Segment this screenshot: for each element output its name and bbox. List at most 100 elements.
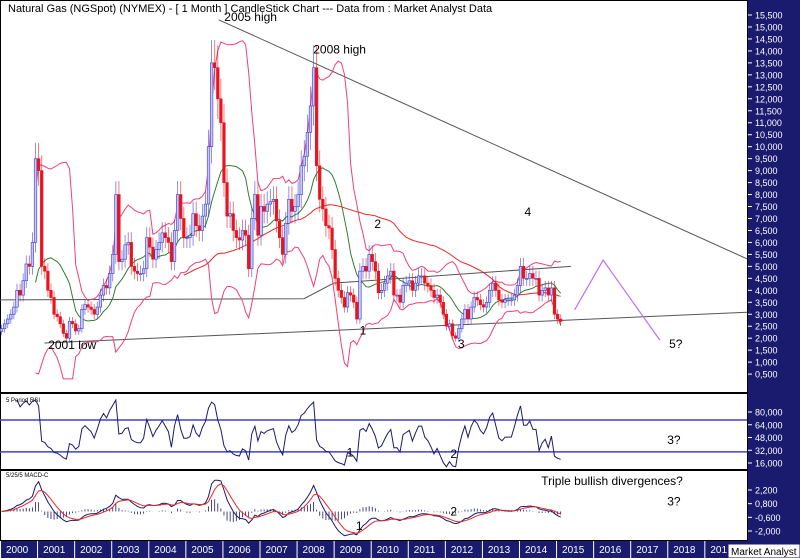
candle-up — [21, 280, 25, 296]
candle-down — [546, 287, 550, 296]
price-tick-label: 1,000 — [755, 358, 778, 368]
candle-up — [145, 237, 149, 270]
candle-up — [296, 194, 300, 207]
price-panel — [0, 0, 748, 393]
macd-panel-title: 5/25/5 MACD-C — [6, 473, 49, 479]
candle-up — [460, 318, 464, 329]
candle-down — [500, 299, 504, 303]
candle-up — [67, 321, 72, 339]
candle-up — [284, 222, 288, 255]
candle-up — [484, 301, 489, 308]
candle-down — [46, 270, 50, 291]
price-annotation: 2 — [374, 217, 381, 231]
candle-up — [126, 242, 130, 246]
year-label: 2002 — [80, 545, 103, 556]
candle-up — [80, 309, 84, 329]
candle-down — [197, 225, 201, 231]
candle-down — [522, 266, 526, 279]
candle-down — [219, 98, 223, 124]
macd-annotation: 3? — [667, 495, 681, 509]
candle-down — [262, 206, 266, 212]
candle-up — [265, 203, 269, 212]
candle-down — [132, 266, 136, 272]
year-label: 2003 — [117, 545, 140, 556]
candle-up — [395, 294, 399, 297]
candle-up — [203, 203, 208, 217]
year-label: 2000 — [6, 545, 29, 556]
candle-up — [185, 237, 189, 239]
candle-up — [206, 146, 211, 205]
candle-down — [27, 263, 31, 267]
year-label: 2012 — [451, 545, 474, 556]
candle-up — [420, 275, 424, 278]
candle-up — [160, 232, 164, 243]
candle-down — [86, 304, 90, 308]
candle-up — [250, 218, 254, 270]
candle-down — [410, 280, 415, 291]
candle-down — [243, 230, 248, 236]
candle-up — [345, 292, 350, 308]
candle-down — [438, 294, 442, 303]
candle-down — [281, 237, 285, 255]
candle-down — [222, 122, 226, 183]
candle-up — [308, 105, 313, 133]
candle-down — [398, 294, 402, 303]
candle-up — [512, 294, 516, 301]
candle-up — [543, 287, 547, 291]
price-tick-label: 14,500 — [755, 34, 783, 44]
candle-up — [463, 309, 467, 320]
candle-up — [191, 213, 195, 236]
candle-up — [435, 294, 439, 298]
candle-up — [172, 230, 177, 262]
macd-annotation: Triple bullish divergences? — [541, 474, 683, 488]
candle-up — [528, 273, 532, 279]
candle-up — [138, 273, 143, 275]
year-label: 2018 — [673, 545, 696, 556]
candle-up — [83, 304, 87, 310]
year-label: 201 — [710, 545, 727, 556]
macd-tick-label: -0,600 — [755, 513, 781, 523]
price-tick-label: 7,000 — [755, 214, 778, 224]
candle-up — [534, 278, 538, 280]
candle-up — [268, 201, 272, 205]
candle-down — [18, 290, 22, 296]
candle-down — [37, 158, 41, 171]
candle-down — [135, 270, 140, 274]
candle-up — [253, 194, 257, 219]
candle-down — [237, 237, 242, 241]
candle-down — [216, 67, 220, 100]
candle-down — [352, 294, 356, 303]
chart-title: Natural Gas (NGSpot) (NYMEX) - [ 1 Month… — [8, 3, 493, 15]
candle-down — [169, 242, 174, 262]
candle-down — [58, 316, 62, 325]
candle-up — [549, 287, 554, 296]
year-label: 2006 — [228, 545, 251, 556]
candle-down — [70, 321, 75, 325]
candle-up — [503, 299, 507, 303]
rsi-tick-label: 16,000 — [755, 459, 783, 469]
year-label: 2004 — [154, 545, 177, 556]
candle-up — [154, 249, 158, 260]
year-label: 2010 — [377, 545, 400, 556]
candle-up — [407, 280, 411, 284]
candle-up — [188, 234, 192, 238]
rsi-tick-label: 48,000 — [755, 433, 783, 443]
candle-down — [231, 213, 235, 231]
price-tick-label: 1,500 — [755, 346, 778, 356]
candle-down — [43, 266, 47, 272]
candle-up — [98, 294, 102, 308]
candle-down — [454, 335, 458, 339]
candle-up — [12, 306, 16, 315]
price-tick-label: 9,000 — [755, 166, 778, 176]
candle-down — [423, 275, 427, 284]
price-tick-label: 0,500 — [755, 370, 778, 380]
candle-up — [240, 230, 245, 241]
candle-up — [416, 275, 421, 284]
candle-down — [148, 237, 152, 248]
price-tick-label: 15,000 — [755, 22, 783, 32]
candle-down — [444, 313, 448, 327]
candle-down — [129, 242, 133, 267]
candle-up — [287, 199, 291, 224]
candle-down — [234, 230, 238, 238]
candle-up — [413, 282, 418, 291]
